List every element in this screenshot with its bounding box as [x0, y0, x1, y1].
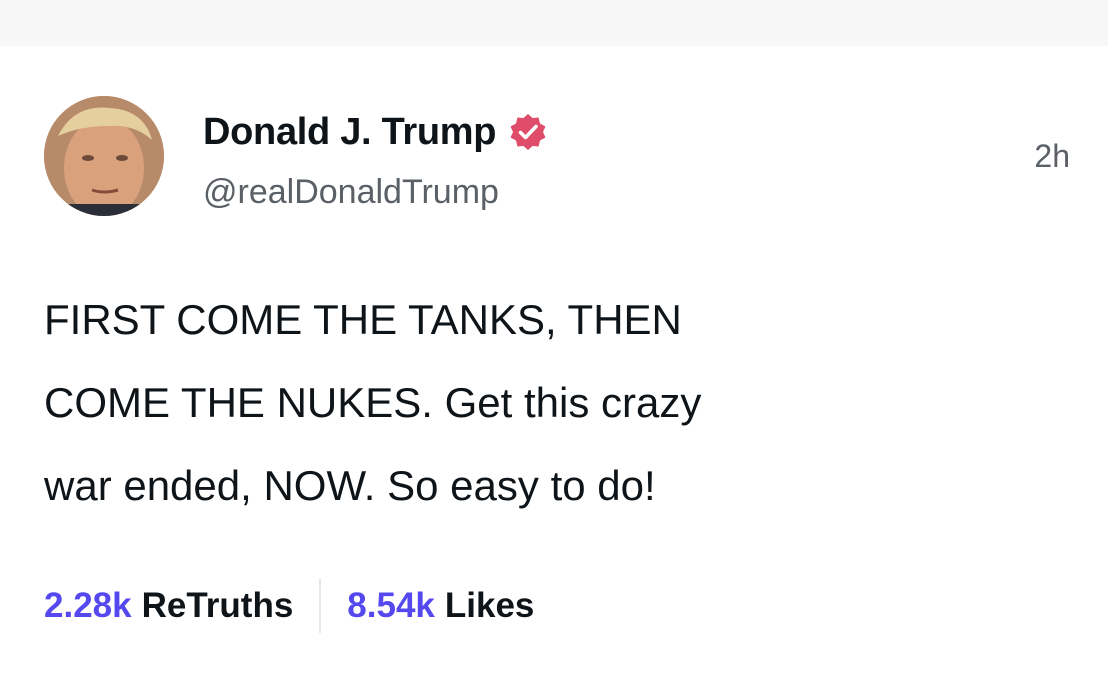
stats-divider [319, 579, 322, 633]
retruths-stat[interactable]: 2.28k ReTruths [44, 586, 293, 626]
likes-stat[interactable]: 8.54k Likes [347, 586, 534, 626]
post-stats: 2.28k ReTruths 8.54k Likes [44, 576, 534, 636]
top-bar [0, 0, 1108, 46]
avatar[interactable] [44, 96, 164, 216]
author-handle[interactable]: @realDonaldTrump [203, 173, 499, 212]
avatar-image [44, 96, 164, 216]
author-name-row: Donald J. Trump [203, 108, 548, 156]
author-display-name[interactable]: Donald J. Trump [203, 111, 497, 154]
likes-label: Likes [444, 586, 535, 625]
likes-count: 8.54k [347, 586, 435, 625]
retruths-label: ReTruths [141, 586, 294, 625]
post-timestamp[interactable]: 2h [1034, 138, 1070, 175]
post-card[interactable]: Donald J. Trump @realDonaldTrump 2h FIRS… [0, 46, 1108, 682]
post-text: FIRST COME THE TANKS, THEN COME THE NUKE… [44, 296, 702, 509]
verified-badge-icon [508, 112, 548, 152]
retruths-count: 2.28k [44, 586, 132, 625]
